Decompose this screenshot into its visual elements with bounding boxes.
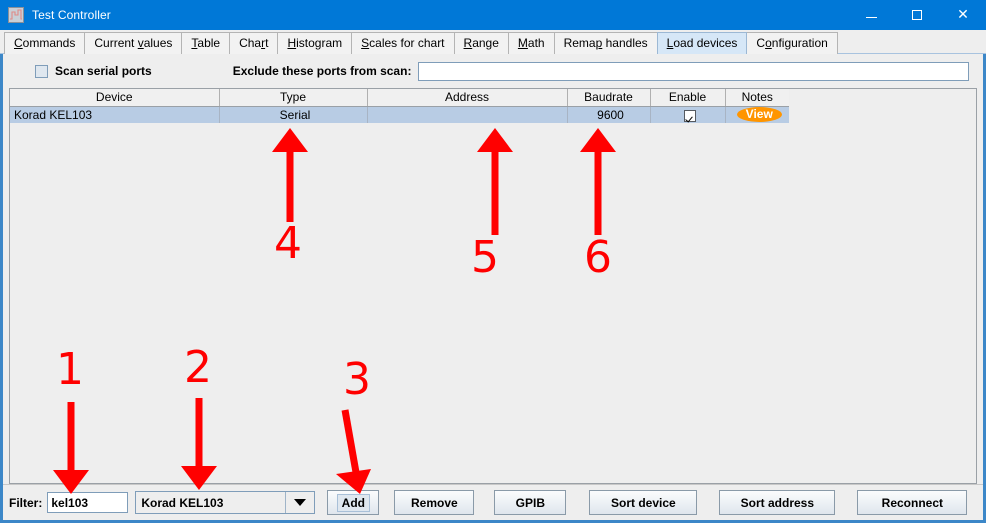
- column-header-baudrate[interactable]: Baudrate: [567, 89, 651, 107]
- filter-input[interactable]: [47, 492, 129, 513]
- remove-button-label: Remove: [411, 495, 458, 510]
- window-title: Test Controller: [32, 8, 111, 22]
- add-button-label: Add: [336, 493, 370, 512]
- tab-bar: Commands Current values Table Chart Hist…: [0, 30, 986, 54]
- enable-cell[interactable]: [650, 106, 726, 123]
- close-button[interactable]: ✕: [940, 0, 986, 30]
- column-header-address[interactable]: Address: [367, 89, 568, 107]
- devices-table: Device Type Address Baudrate Enable Note…: [10, 89, 789, 123]
- sort-address-button[interactable]: Sort address: [719, 490, 836, 515]
- tab-chart[interactable]: Chart: [229, 32, 279, 54]
- device-combo[interactable]: Korad KEL103: [135, 491, 316, 514]
- tab-scales-for-chart[interactable]: Scales for chart: [351, 32, 455, 54]
- bottom-toolbar: Filter: Korad KEL103 Add Remove GPIB Sor…: [3, 484, 983, 520]
- exclude-ports-input[interactable]: [418, 61, 970, 81]
- title-bar: Test Controller ✕: [0, 0, 986, 30]
- tab-panel-load-devices: Scan serial ports Exclude these ports fr…: [0, 54, 986, 523]
- add-button[interactable]: Add: [327, 490, 380, 515]
- device-combo-value: Korad KEL103: [141, 495, 224, 510]
- exclude-ports-label: Exclude these ports from scan:: [232, 64, 412, 78]
- reconnect-button-label: Reconnect: [881, 495, 944, 510]
- sort-address-button-label: Sort address: [740, 495, 815, 510]
- filter-label: Filter:: [9, 495, 43, 510]
- tab-math[interactable]: Math: [507, 32, 555, 54]
- column-header-type[interactable]: Type: [219, 89, 368, 107]
- close-icon: ✕: [957, 7, 969, 23]
- scan-options-row: Scan serial ports Exclude these ports fr…: [3, 54, 983, 88]
- enable-checkbox[interactable]: [683, 109, 696, 122]
- device-cell[interactable]: Korad KEL103: [10, 106, 220, 123]
- window-controls: ✕: [848, 0, 986, 30]
- type-cell[interactable]: Serial: [219, 106, 368, 123]
- tab-configuration[interactable]: Configuration: [746, 32, 838, 54]
- tab-range[interactable]: Range: [453, 32, 509, 54]
- reconnect-button[interactable]: Reconnect: [857, 490, 968, 515]
- gpib-button-label: GPIB: [515, 495, 546, 510]
- application-window: Test Controller ✕ Commands Current value…: [0, 0, 986, 523]
- tab-remap-handles[interactable]: Remap handles: [553, 32, 658, 54]
- table-header-row: Device Type Address Baudrate Enable Note…: [10, 89, 789, 107]
- sort-device-button-label: Sort device: [610, 495, 676, 510]
- chart-app-icon: [8, 7, 24, 23]
- baudrate-cell[interactable]: 9600: [567, 106, 651, 123]
- table-row[interactable]: Korad KEL103 Serial 9600 View: [10, 106, 789, 123]
- scan-serial-ports-checkbox[interactable]: [35, 64, 48, 78]
- chevron-down-icon[interactable]: [285, 492, 315, 513]
- column-header-device[interactable]: Device: [10, 89, 220, 107]
- maximize-button[interactable]: [894, 0, 940, 30]
- tab-commands[interactable]: Commands: [4, 32, 86, 54]
- tab-histogram[interactable]: Histogram: [277, 32, 353, 54]
- gpib-button[interactable]: GPIB: [494, 490, 567, 515]
- minimize-button[interactable]: [848, 0, 894, 30]
- tab-current-values[interactable]: Current values: [84, 32, 183, 54]
- column-header-notes[interactable]: Notes: [725, 89, 789, 107]
- notes-cell[interactable]: View: [725, 106, 789, 123]
- tab-table[interactable]: Table: [181, 32, 231, 54]
- sort-device-button[interactable]: Sort device: [589, 490, 698, 515]
- tab-load-devices[interactable]: Load devices: [656, 32, 748, 54]
- devices-table-container: Device Type Address Baudrate Enable Note…: [9, 88, 977, 484]
- scan-serial-ports-label: Scan serial ports: [55, 64, 152, 78]
- address-cell[interactable]: [367, 106, 568, 123]
- view-notes-badge[interactable]: View: [736, 107, 782, 123]
- remove-button[interactable]: Remove: [394, 490, 475, 515]
- column-header-enable[interactable]: Enable: [650, 89, 726, 107]
